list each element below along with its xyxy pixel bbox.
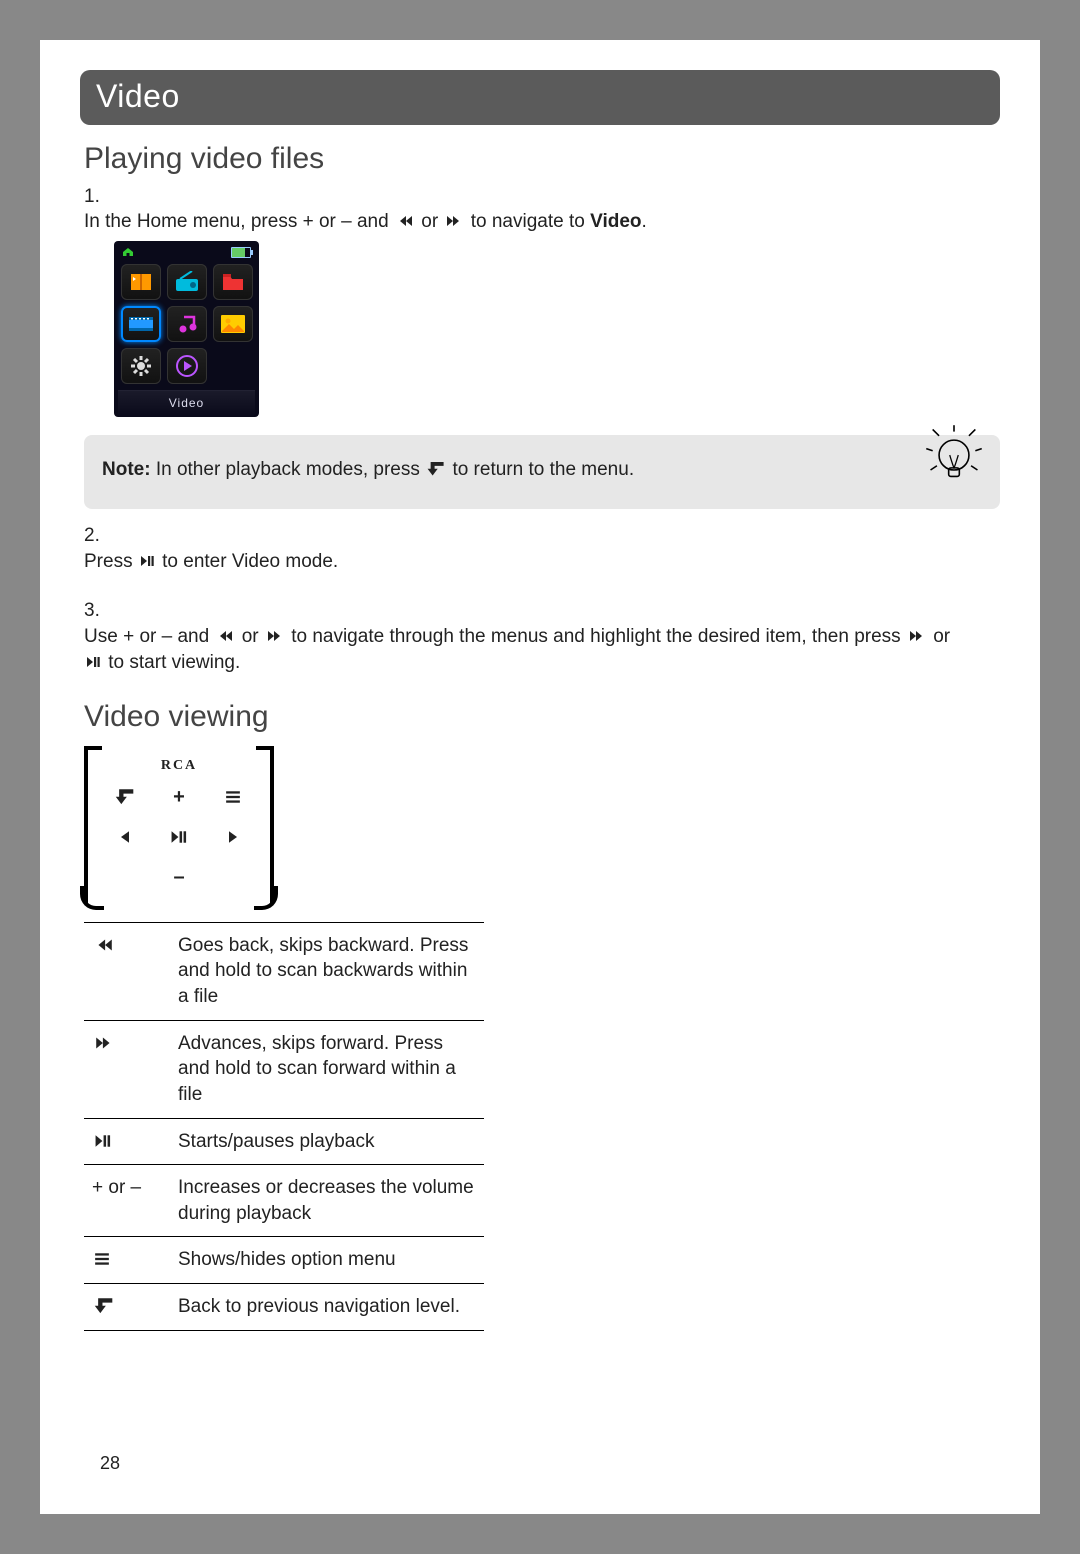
step-text: to enter Video mode. [162,551,338,572]
control-desc: Goes back, skips backward. Press and hol… [170,922,484,1020]
play-pause-icon [140,553,155,569]
step-text: or [421,211,443,232]
table-row: Advances, skips forward. Press and hold … [84,1020,484,1118]
step-body: In the Home menu, press + or – and or to… [84,209,970,235]
step-1: 1. In the Home menu, press + or – and or… [84,184,1000,235]
ctl-play-pause-icon [168,825,190,851]
step-text: or [933,626,950,647]
step-number: 1. [84,184,110,210]
control-desc: Back to previous navigation level. [170,1284,484,1331]
note-bold: Note: [102,459,151,480]
home-icon [122,247,134,257]
table-row: Back to previous navigation level. [84,1284,484,1331]
skip-left-icon [396,213,414,229]
skip-right-icon [445,213,463,229]
control-icon-cell [84,1237,170,1284]
step-body: Press to enter Video mode. [84,549,970,575]
step-number: 2. [84,523,110,549]
control-desc: Starts/pauses playback [170,1118,484,1165]
back-icon [94,1298,114,1314]
back-icon [427,461,445,477]
step-body: Use + or – and or to navigate through th… [84,624,970,675]
table-row: + or – Increases or decreases the volume… [84,1165,484,1237]
ctl-back-icon [112,785,138,811]
tile-photos [213,306,253,342]
step-text: to start viewing. [108,652,240,673]
ctl-menu-icon [222,785,244,811]
control-icon-cell [84,1284,170,1331]
skip-right-icon [266,628,284,644]
step-number: 3. [84,598,110,624]
play-pause-icon [94,1133,112,1149]
tile-music [167,306,207,342]
skip-right-icon [94,1035,114,1051]
skip-right-icon [908,628,926,644]
page-number: 28 [100,1453,120,1474]
skip-left-icon [94,937,114,953]
device-selected-label: Video [118,390,255,417]
step-text: or [242,626,264,647]
tile-empty [213,348,253,384]
step-text: to navigate through the menus and highli… [291,626,906,647]
control-icon-cell [84,1020,170,1118]
device-home-illustration: Video [114,241,259,417]
controls-table: Goes back, skips backward. Press and hol… [84,922,484,1341]
step-text: In the Home menu, press + or – and [84,211,394,232]
play-pause-icon [86,654,101,670]
section-header-text: Video [96,78,180,114]
control-desc: Increases or decreases the volume during… [170,1165,484,1237]
menu-lines-icon [94,1251,110,1267]
table-row: Starts/pauses playback [84,1118,484,1165]
note-box: Note: In other playback modes, press to … [84,435,1000,509]
tile-radio [167,264,207,300]
control-desc: Shows/hides option menu [170,1237,484,1284]
ctl-plus: + [173,784,185,811]
step-text: to navigate to [471,211,590,232]
control-icon-cell [84,922,170,1020]
tile-video [121,306,161,342]
rca-logo: RCA [161,757,197,776]
step-2: 2. Press to enter Video mode. [84,523,1000,574]
tile-audiobooks [121,264,161,300]
tile-settings [121,348,161,384]
step-text: . [642,211,647,232]
note-text: In other playback modes, press [151,459,426,480]
control-desc: Advances, skips forward. Press and hold … [170,1020,484,1118]
content-area: Playing video files 1. In the Home menu,… [80,139,1000,1341]
tile-files [213,264,253,300]
manual-page: Video Playing video files 1. In the Home… [40,40,1040,1514]
table-row: Shows/hides option menu [84,1237,484,1284]
step-3: 3. Use + or – and or to navigate through… [84,598,1000,675]
step-text: Use + or – and [84,626,214,647]
lightbulb-icon [922,425,986,483]
controller-diagram: RCA + – [84,746,274,906]
battery-icon [231,247,251,258]
step-target: Video [590,211,641,232]
subsection-viewing-heading: Video viewing [84,697,1000,738]
note-text: to return to the menu. [452,459,634,480]
tile-now-playing [167,348,207,384]
table-row: Goes back, skips backward. Press and hol… [84,922,484,1020]
ctl-left-icon [115,825,135,851]
subsection-playing-heading: Playing video files [84,139,1000,180]
ctl-right-icon [223,825,243,851]
step-text: Press [84,551,138,572]
control-icon-cell [84,1118,170,1165]
ctl-minus: – [173,864,184,891]
section-header-pill: Video [80,70,1000,125]
skip-left-icon [216,628,234,644]
control-label: + or – [84,1165,170,1237]
